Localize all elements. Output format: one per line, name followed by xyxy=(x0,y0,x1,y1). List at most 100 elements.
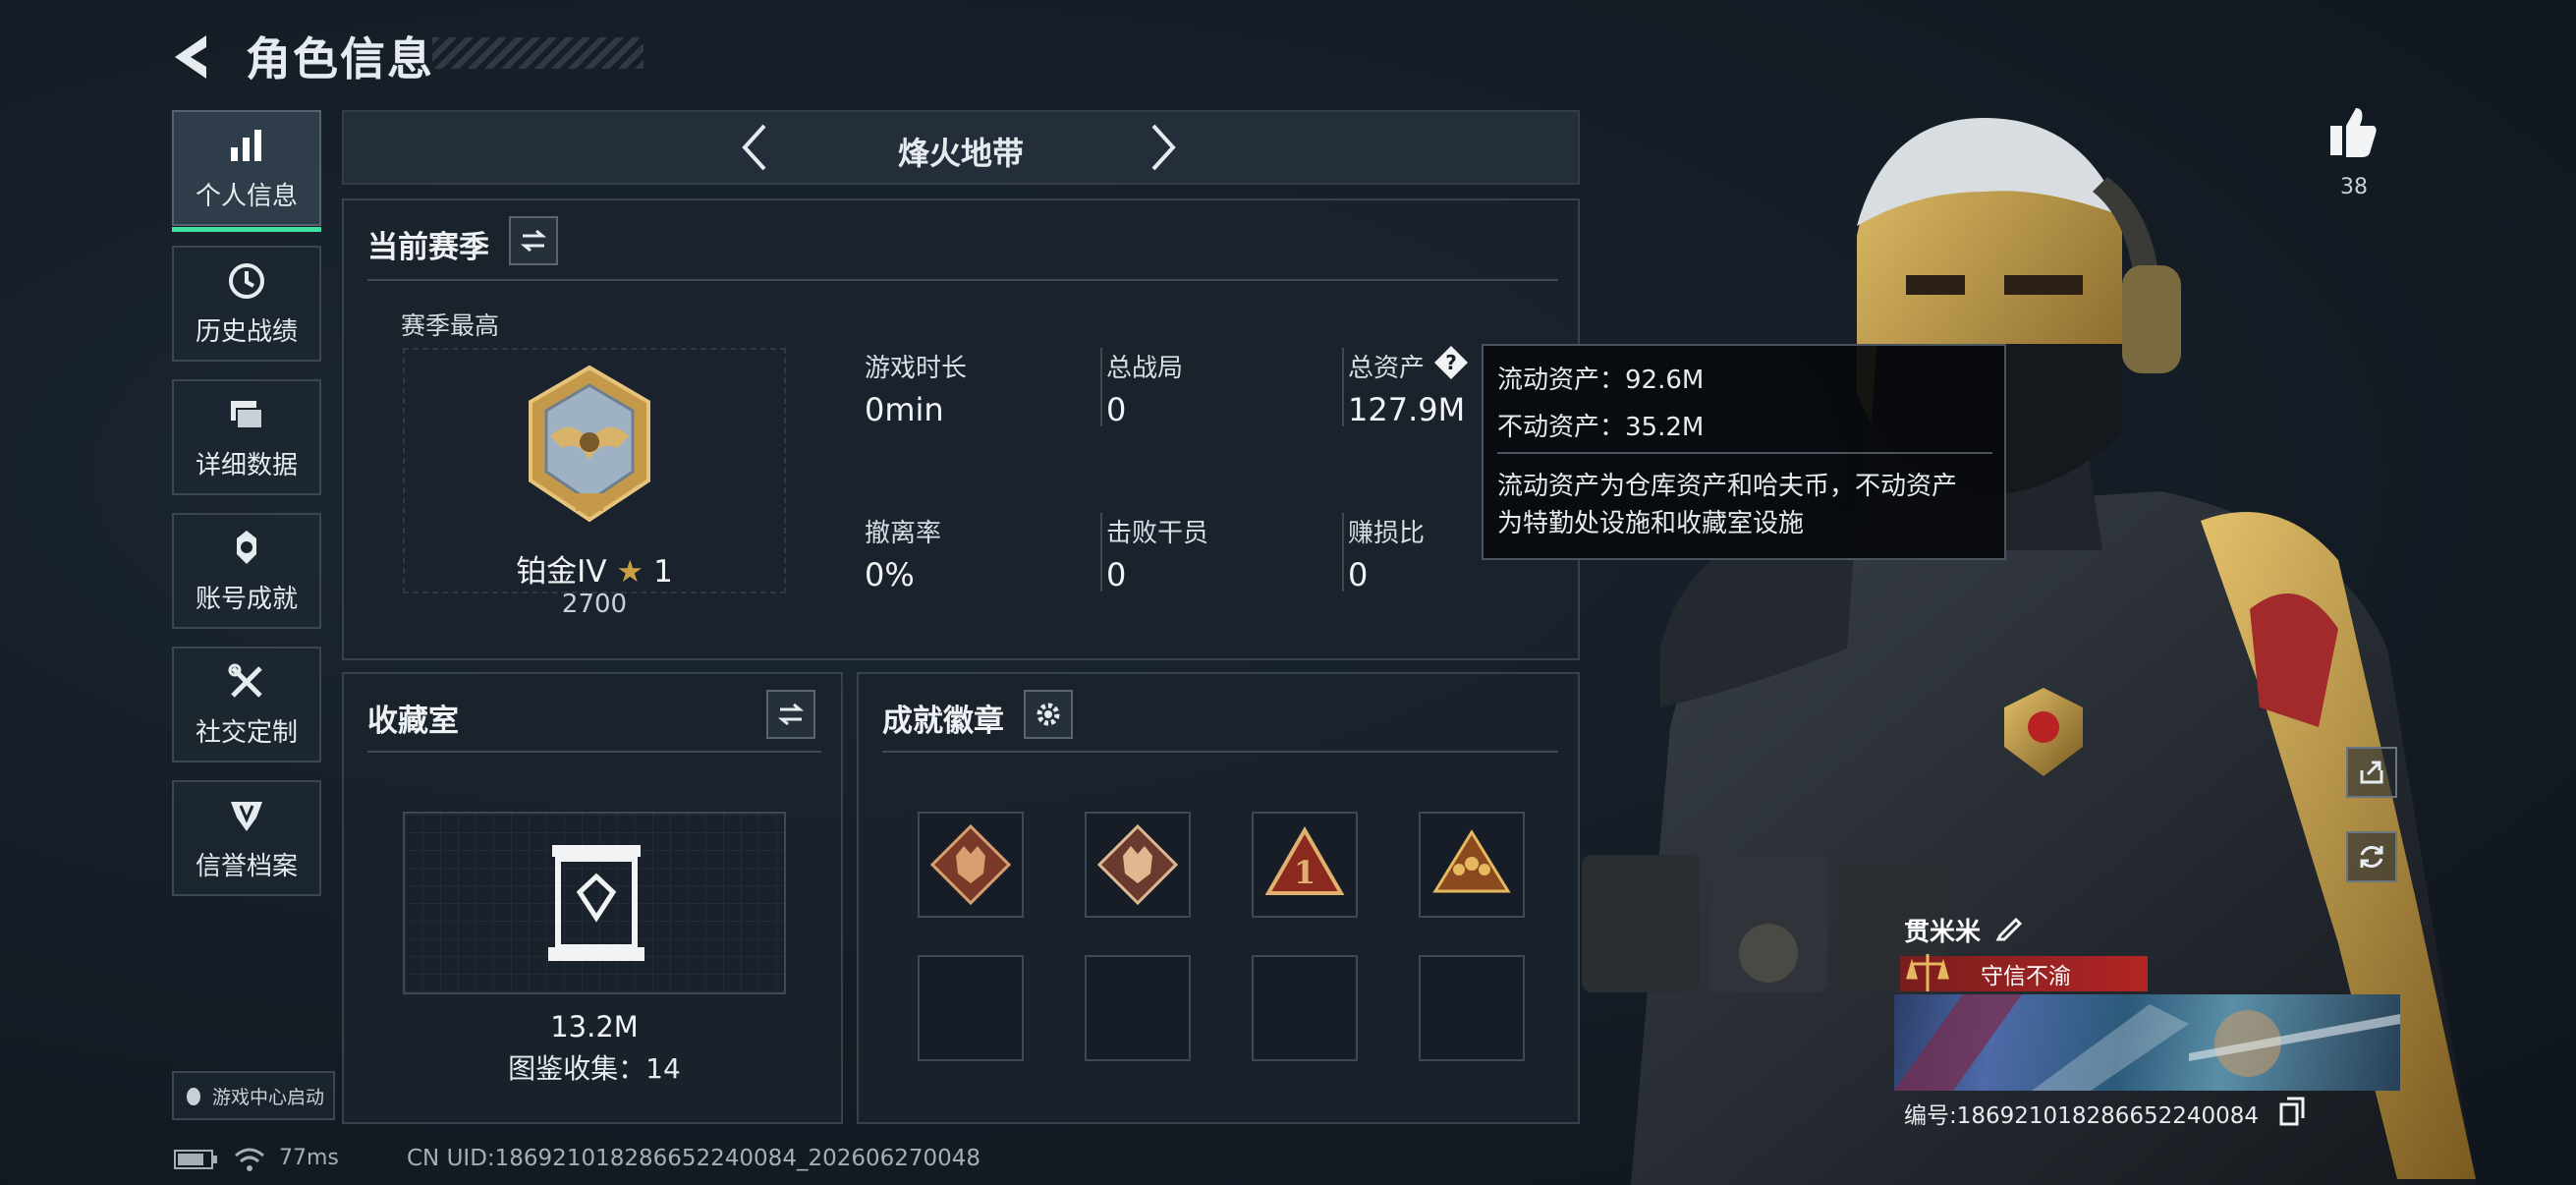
tooltip-note-line1: 流动资产为仓库资产和哈夫币，不动资产 xyxy=(1497,472,1958,501)
nav-item-credit[interactable]: 信誉档案 xyxy=(172,780,321,896)
nav-label: 社交定制 xyxy=(195,717,298,748)
credit-status-badge: 守信不渝 xyxy=(1900,954,2148,991)
star-icon: ★ xyxy=(616,554,644,590)
rank-name: 铂金IV xyxy=(516,554,607,590)
medal-icon xyxy=(226,528,267,569)
badge-slot-empty[interactable] xyxy=(1085,955,1191,1061)
rank-points: 2700 xyxy=(561,590,628,619)
next-mode-button[interactable] xyxy=(1136,120,1191,175)
share-button[interactable] xyxy=(2346,747,2397,798)
divider xyxy=(1342,348,1344,426)
help-diamond-icon: ? xyxy=(1434,346,1468,379)
nav-item-social[interactable]: 社交定制 xyxy=(172,647,321,762)
folders-icon xyxy=(226,394,267,435)
battery-icon xyxy=(173,1148,220,1171)
collection-switch-button[interactable] xyxy=(766,690,815,739)
season-switch-button[interactable] xyxy=(509,216,558,265)
current-season-panel: 当前赛季 赛季最高 铂金IV ★ 1 2700 游戏时长 0min 总战局 0 … xyxy=(342,198,1580,660)
footer-uid: CN UID:186921018286652240084_20260627004… xyxy=(407,1146,981,1171)
wrench-screwdriver-icon xyxy=(226,661,267,703)
divider xyxy=(1342,513,1344,592)
badge-slot[interactable]: 1 xyxy=(1252,812,1358,918)
season-title: 当前赛季 xyxy=(367,230,489,265)
nav-item-achievements[interactable]: 账号成就 xyxy=(172,513,321,629)
copy-icon xyxy=(2279,1097,2305,1126)
swap-arrows-icon xyxy=(520,229,547,253)
display-case-icon xyxy=(548,845,644,961)
stat-label: 游戏时长 xyxy=(865,354,968,383)
rank-one-badge-icon: 1 xyxy=(1264,826,1345,895)
banner-artwork-image xyxy=(1894,994,2400,1091)
badge-slot-empty[interactable] xyxy=(918,955,1024,1061)
swap-arrows-icon xyxy=(777,703,805,726)
platinum-rank-emblem-icon xyxy=(529,365,650,523)
refresh-button[interactable] xyxy=(2346,831,2397,882)
nav-item-profile[interactable]: 个人信息 xyxy=(172,110,321,232)
tooltip-note-line2: 为特勤处设施和收藏室设施 xyxy=(1497,509,1805,538)
badge-slot[interactable] xyxy=(1085,812,1191,918)
nav-label: 详细数据 xyxy=(195,450,298,480)
divider xyxy=(1497,452,1992,454)
rank-line: 铂金IV ★ 1 xyxy=(344,546,845,591)
bar-chart-icon xyxy=(226,125,267,166)
team-badge-icon xyxy=(1432,829,1511,893)
page-title: 角色信息 xyxy=(246,32,434,85)
mode-name: 烽火地带 xyxy=(897,135,1024,172)
rank-stars: 1 xyxy=(653,554,673,590)
player-card-banner[interactable] xyxy=(1894,994,2400,1091)
collection-panel: 收藏室 13.2M 图鉴收集：14 xyxy=(342,672,843,1124)
stat-value: 0% xyxy=(865,556,915,593)
badge-slot[interactable] xyxy=(1419,812,1525,918)
player-name: 贯米米 xyxy=(1904,918,1982,947)
badge-slot-empty[interactable] xyxy=(1252,955,1358,1061)
player-number: 编号:186921018286652240084 xyxy=(1904,1103,2260,1129)
title-decoration xyxy=(432,37,644,69)
divider xyxy=(882,751,1558,753)
achievement-title: 成就徽章 xyxy=(882,704,1004,739)
copy-button[interactable] xyxy=(2279,1097,2307,1126)
nav-label: 个人信息 xyxy=(195,181,298,211)
ping-value: 77ms xyxy=(279,1146,339,1170)
wifi-icon xyxy=(234,1146,265,1173)
nav-item-history[interactable]: 历史战绩 xyxy=(172,246,321,362)
wolf-badge-icon xyxy=(929,823,1012,906)
collection-title: 收藏室 xyxy=(367,704,459,739)
like-count: 38 xyxy=(2340,175,2368,199)
stat-value: 0min xyxy=(865,391,944,428)
pencil-icon xyxy=(1995,917,2023,941)
svg-text:1: 1 xyxy=(1294,854,1316,891)
shield-badge-icon xyxy=(226,795,267,836)
like-button[interactable] xyxy=(2328,104,2380,163)
nav-item-details[interactable]: 详细数据 xyxy=(172,379,321,495)
scales-icon xyxy=(1906,954,1949,991)
back-button[interactable] xyxy=(167,28,226,86)
stat-label: 撤离率 xyxy=(865,519,942,548)
refresh-icon xyxy=(2360,846,2383,868)
badge-slot[interactable] xyxy=(918,812,1024,918)
stat-value: 0 xyxy=(1348,556,1369,593)
edit-name-button[interactable] xyxy=(1994,912,2026,943)
nav-label: 账号成就 xyxy=(195,584,298,614)
achievement-settings-button[interactable] xyxy=(1024,690,1073,739)
tooltip-fixed-assets: 不动资产：35.2M xyxy=(1497,413,1705,442)
qq-penguin-icon xyxy=(186,1088,200,1105)
wolf-badge-icon xyxy=(1096,823,1179,906)
catalog-count: 图鉴收集：14 xyxy=(508,1052,681,1085)
divider xyxy=(1100,513,1102,592)
back-arrow-icon xyxy=(175,35,206,79)
divider xyxy=(1100,348,1102,426)
game-center-button[interactable]: 游戏中心启动 xyxy=(172,1071,335,1120)
nav-label: 历史战绩 xyxy=(195,316,298,347)
thumbs-up-icon xyxy=(2330,108,2377,157)
badge-slot-empty[interactable] xyxy=(1419,955,1525,1061)
asset-help-button[interactable]: ? xyxy=(1432,344,1470,381)
stat-label: 赚损比 xyxy=(1348,519,1426,548)
stat-label: 总战局 xyxy=(1106,354,1184,383)
stat-label: 总资产 xyxy=(1348,354,1426,383)
chevron-right-icon xyxy=(1151,124,1176,171)
game-center-label: 游戏中心启动 xyxy=(211,1086,324,1108)
nav-label: 信誉档案 xyxy=(195,851,298,881)
collection-preview[interactable] xyxy=(403,812,786,994)
divider xyxy=(367,751,821,753)
credit-status-text: 守信不渝 xyxy=(1981,964,2071,989)
